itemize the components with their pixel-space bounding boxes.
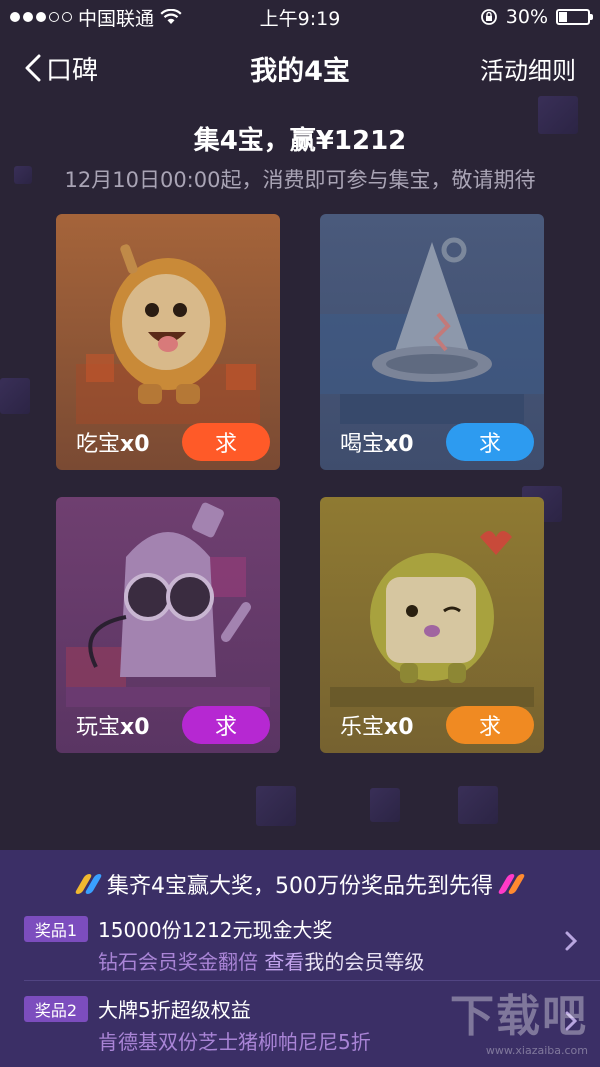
card-footer: 玩宝x0 求	[56, 697, 280, 753]
battery-percent: 30%	[505, 6, 548, 28]
ask-button-joy[interactable]: 求	[446, 706, 534, 744]
ask-button-eat[interactable]: 求	[182, 423, 270, 461]
prize-sub-text: 肯德基双份芝士猪柳帕尼尼5折	[98, 1030, 371, 1054]
slash-decor-icon	[74, 874, 103, 894]
prize-subtitle: 肯德基双份芝士猪柳帕尼尼5折	[98, 1026, 371, 1055]
chevron-left-icon	[25, 54, 41, 82]
card-label: 吃宝x0	[76, 426, 150, 458]
card-name: 喝宝	[340, 432, 385, 457]
promo-title: 集齐4宝赢大奖，500万份奖品先到先得	[107, 874, 493, 899]
wifi-icon	[160, 9, 182, 24]
ask-button-drink[interactable]: 求	[446, 423, 534, 461]
card-label: 乐宝x0	[340, 709, 414, 741]
decor-cube	[0, 378, 30, 414]
prize-sub-text: 钻石会员奖金翻倍	[98, 950, 265, 974]
card-footer: 吃宝x0 求	[56, 414, 280, 470]
decor-cube	[370, 788, 400, 822]
card-name: 乐宝	[340, 715, 385, 740]
campaign-subline: 12月10日00:00起，消费即可参与集宝，敬请期待	[64, 168, 536, 192]
back-label: 口碑	[46, 55, 99, 86]
rotation-lock-icon	[480, 9, 497, 25]
card-count: x0	[384, 432, 414, 457]
status-bar: 中国联通 上午9:19 30%	[0, 0, 600, 34]
prize-subtitle: 钻石会员奖金翻倍 查看我的会员等级	[98, 946, 424, 975]
watermark-url: www.xiazaiba.com	[485, 1044, 588, 1057]
prize-tag: 奖品1	[24, 916, 88, 942]
treasure-card-joy[interactable]: 乐宝x0 求	[320, 497, 544, 753]
prize-sub-text: 我的会员等级	[304, 950, 425, 974]
prize-row-1[interactable]: 奖品1 15000份1212元现金大奖 钻石会员奖金翻倍 查看我的会员等级	[0, 910, 600, 988]
status-left: 中国联通	[10, 4, 230, 31]
back-button[interactable]: 口碑	[24, 50, 98, 87]
card-name: 玩宝	[76, 715, 121, 740]
card-count: x0	[120, 715, 150, 740]
decor-cube	[458, 786, 498, 824]
card-footer: 乐宝x0 求	[320, 697, 544, 753]
card-label: 喝宝x0	[340, 426, 414, 458]
decor-cube	[256, 786, 296, 826]
signal-strength-icon	[10, 12, 72, 22]
status-right: 30%	[370, 6, 593, 28]
treasure-card-drink[interactable]: 喝宝x0 求	[320, 214, 544, 470]
campaign-headline: 集4宝，赢¥1212	[193, 126, 407, 156]
treasure-card-eat[interactable]: 吃宝x0 求	[56, 214, 280, 470]
treasure-card-play[interactable]: 玩宝x0 求	[56, 497, 280, 753]
nav-bar: 口碑 我的4宝 活动细则	[0, 34, 600, 102]
chevron-right-icon	[565, 931, 578, 951]
watermark: 下载吧 www.xiazaiba.com	[450, 980, 588, 1057]
battery-level	[559, 12, 568, 22]
slash-decor-icon	[497, 874, 526, 894]
card-name: 吃宝	[76, 432, 121, 457]
view-member-level-link[interactable]: 查看	[264, 950, 304, 974]
carrier-name: 中国联通	[78, 7, 155, 30]
card-count: x0	[384, 715, 414, 740]
card-footer: 喝宝x0 求	[320, 414, 544, 470]
card-label: 玩宝x0	[76, 709, 150, 741]
promo-title-row: 集齐4宝赢大奖，500万份奖品先到先得	[0, 868, 600, 900]
prize-tag: 奖品2	[24, 996, 88, 1022]
watermark-text: 下载吧	[450, 991, 588, 1042]
rules-link[interactable]: 活动细则	[480, 51, 576, 86]
status-time: 上午9:19	[259, 7, 341, 30]
prize-title: 15000份1212元现金大奖	[98, 918, 333, 942]
battery-icon	[556, 9, 593, 25]
card-count: x0	[120, 432, 150, 457]
prize-title: 大牌5折超级权益	[98, 998, 251, 1022]
ask-button-play[interactable]: 求	[182, 706, 270, 744]
